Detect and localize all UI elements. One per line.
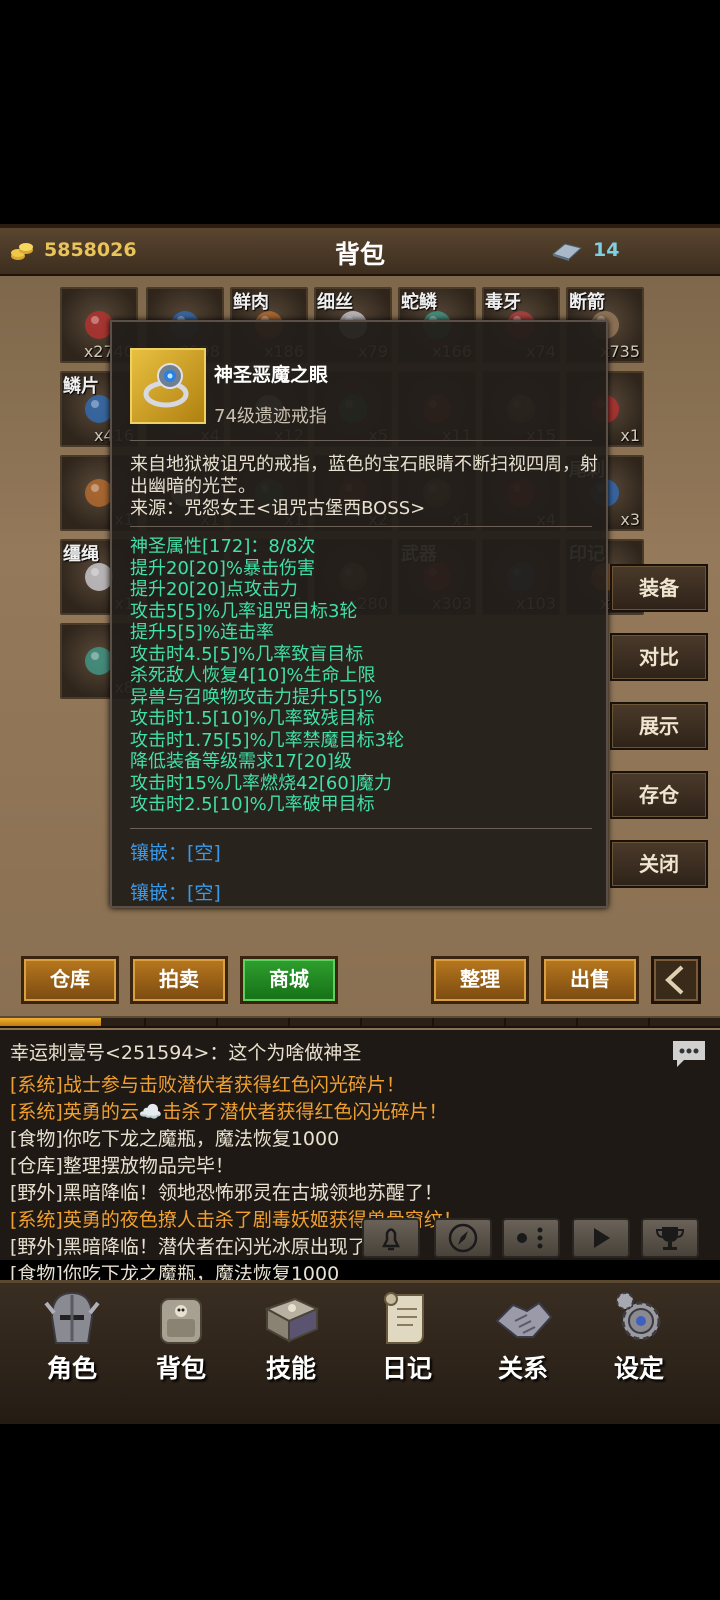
nav-label: 角色 bbox=[46, 1354, 97, 1383]
item-attribute: 异兽与召唤物攻击力提升5[5]% bbox=[130, 686, 383, 708]
item-attribute: 杀死敌人恢复4[10]%生命上限 bbox=[130, 665, 376, 686]
item-source: 来源：咒怨女王<诅咒古堡西BOSS> bbox=[130, 498, 426, 519]
chat-line: [系统]英勇的云☁️击杀了潜伏者获得红色闪光碎片！ bbox=[10, 1101, 448, 1123]
experience-bar bbox=[0, 1016, 720, 1028]
equip-button[interactable]: 装备 bbox=[610, 564, 708, 612]
slot-name: 细丝 bbox=[317, 292, 353, 313]
nav-settings[interactable]: 设定 bbox=[584, 1283, 694, 1424]
sell-button[interactable]: 出售 bbox=[541, 956, 639, 1004]
store-button[interactable]: 存仓 bbox=[610, 771, 708, 819]
divider bbox=[130, 828, 592, 829]
play-icon bbox=[594, 1228, 610, 1248]
compass-button[interactable] bbox=[434, 1218, 492, 1258]
item-attribute: 攻击时1.5[10]%几率致残目标 bbox=[130, 708, 375, 729]
compass-icon bbox=[448, 1223, 478, 1253]
close-button[interactable]: 关闭 bbox=[610, 840, 708, 888]
backpack-icon bbox=[160, 1298, 202, 1344]
compare-button[interactable]: 对比 bbox=[610, 633, 708, 681]
socket-slot: 镶嵌：[空] bbox=[130, 842, 221, 864]
description-text: 来自地狱被诅咒的戒指，蓝色的宝石眼睛不断扫视四周，射出幽暗的光芒。 bbox=[130, 454, 598, 497]
chat-line: [系统]战士参与击败潜伏者获得红色闪光碎片！ bbox=[10, 1074, 405, 1096]
nav-backpack[interactable]: 背包 bbox=[126, 1283, 236, 1424]
slot-name: 毒牙 bbox=[485, 292, 521, 313]
item-attribute: 攻击时2.5[10]%几率破甲目标 bbox=[130, 794, 375, 815]
ingot-amount: 14 bbox=[593, 239, 620, 261]
nav-character[interactable]: 角色 bbox=[17, 1283, 127, 1424]
nav-label: 日记 bbox=[381, 1354, 432, 1383]
chat-line: [仓库]整理摆放物品完毕！ bbox=[10, 1155, 234, 1177]
spellbook-icon bbox=[264, 1297, 320, 1343]
chat-line: [野外]黑暗降临！潜伏者在闪光冰原出现了！ bbox=[10, 1236, 386, 1258]
slot-name: 鳞片 bbox=[63, 376, 99, 397]
nav-relations[interactable]: 关系 bbox=[468, 1283, 578, 1424]
ingot-icon bbox=[551, 243, 583, 261]
nav-journal[interactable]: 日记 bbox=[352, 1283, 462, 1424]
nav-label: 关系 bbox=[497, 1354, 548, 1383]
tooltip-overflow: 镶嵌：[空] bbox=[112, 878, 606, 904]
helmet-icon bbox=[44, 1291, 100, 1344]
experience-fill bbox=[0, 1018, 101, 1026]
item-description: 来自地狱被诅咒的戒指，蓝色的宝石眼睛不断扫视四周，射出幽暗的光芒。 来源：咒怨女… bbox=[130, 454, 600, 520]
item-attribute: 提升20[20]%暴击伤害 bbox=[130, 557, 315, 579]
socket-slot: 镶嵌：[空] bbox=[130, 882, 221, 904]
chat-latest-message: 幸运刺壹号<251594>：这个为啥做神圣 bbox=[10, 1042, 362, 1064]
more-options-button[interactable] bbox=[502, 1218, 560, 1258]
back-button[interactable] bbox=[651, 956, 701, 1004]
sort-button[interactable]: 整理 bbox=[431, 956, 529, 1004]
nav-label: 背包 bbox=[155, 1354, 206, 1383]
slot-name: 断箭 bbox=[569, 292, 605, 313]
slot-name: 鲜肉 bbox=[233, 292, 269, 313]
trophy-button[interactable] bbox=[641, 1218, 699, 1258]
nav-skills[interactable]: 技能 bbox=[236, 1283, 346, 1424]
item-attribute: 攻击5[5]%几率诅咒目标3轮 bbox=[130, 600, 358, 622]
notification-button[interactable] bbox=[362, 1218, 420, 1258]
slot-name: 缰绳 bbox=[63, 544, 99, 565]
bell-icon bbox=[381, 1228, 401, 1251]
item-attribute: 提升5[5]%连击率 bbox=[130, 622, 275, 643]
bottom-navigation: 角色 背包 技能 日记 关系 设定 bbox=[0, 1280, 720, 1424]
item-attribute: 神圣属性[172]：8/8次 bbox=[130, 536, 316, 557]
item-tooltip: 神圣恶魔之眼 74级遗迹戒指 来自地狱被诅咒的戒指，蓝色的宝石眼睛不断扫视四周，… bbox=[110, 320, 608, 908]
item-attribute: 攻击时4.5[5]%几率致盲目标 bbox=[130, 643, 364, 665]
chevron-left-icon bbox=[665, 965, 684, 995]
item-attribute: 降低装备等级需求17[20]级 bbox=[130, 751, 352, 772]
nav-label: 设定 bbox=[613, 1354, 664, 1383]
shop-button[interactable]: 商城 bbox=[240, 956, 338, 1004]
chat-line: [野外]黑暗降临！领地恐怖邪灵在古城领地苏醒了！ bbox=[10, 1182, 443, 1204]
item-attribute: 攻击时1.75[5]%几率禁魔目标3轮 bbox=[130, 729, 405, 751]
show-button[interactable]: 展示 bbox=[610, 702, 708, 750]
nav-label: 技能 bbox=[265, 1354, 316, 1383]
warehouse-button[interactable]: 仓库 bbox=[21, 956, 119, 1004]
inventory-header: 5858026 背包 14 bbox=[0, 228, 720, 276]
dots-icon bbox=[517, 1227, 543, 1249]
auction-button[interactable]: 拍卖 bbox=[130, 956, 228, 1004]
item-name: 神圣恶魔之眼 bbox=[214, 364, 329, 386]
divider bbox=[130, 440, 592, 441]
item-attribute: 提升20[20]点攻击力 bbox=[130, 579, 298, 600]
item-icon bbox=[130, 348, 206, 424]
game-screen: 5858026 背包 14 x2740x8598鲜肉x186细丝x79蛇鳞x16… bbox=[0, 224, 720, 1424]
slot-name: 蛇鳞 bbox=[401, 292, 437, 313]
slot-count: x1 bbox=[620, 426, 640, 445]
gear-icon bbox=[616, 1292, 661, 1341]
ring-icon bbox=[143, 363, 189, 408]
item-type: 74级遗迹戒指 bbox=[214, 406, 327, 427]
play-button[interactable] bbox=[572, 1218, 630, 1258]
handshake-icon bbox=[495, 1301, 553, 1338]
item-attribute: 攻击时15%几率燃烧42[60]魔力 bbox=[130, 772, 392, 794]
scroll-icon bbox=[384, 1292, 424, 1344]
chat-bubble-icon[interactable] bbox=[670, 1038, 708, 1070]
chat-line: [食物]你吃下龙之魔瓶，魔法恢复1000 bbox=[10, 1128, 340, 1150]
slot-count: x3 bbox=[620, 510, 640, 529]
trophy-icon bbox=[655, 1227, 685, 1250]
divider bbox=[130, 526, 592, 527]
